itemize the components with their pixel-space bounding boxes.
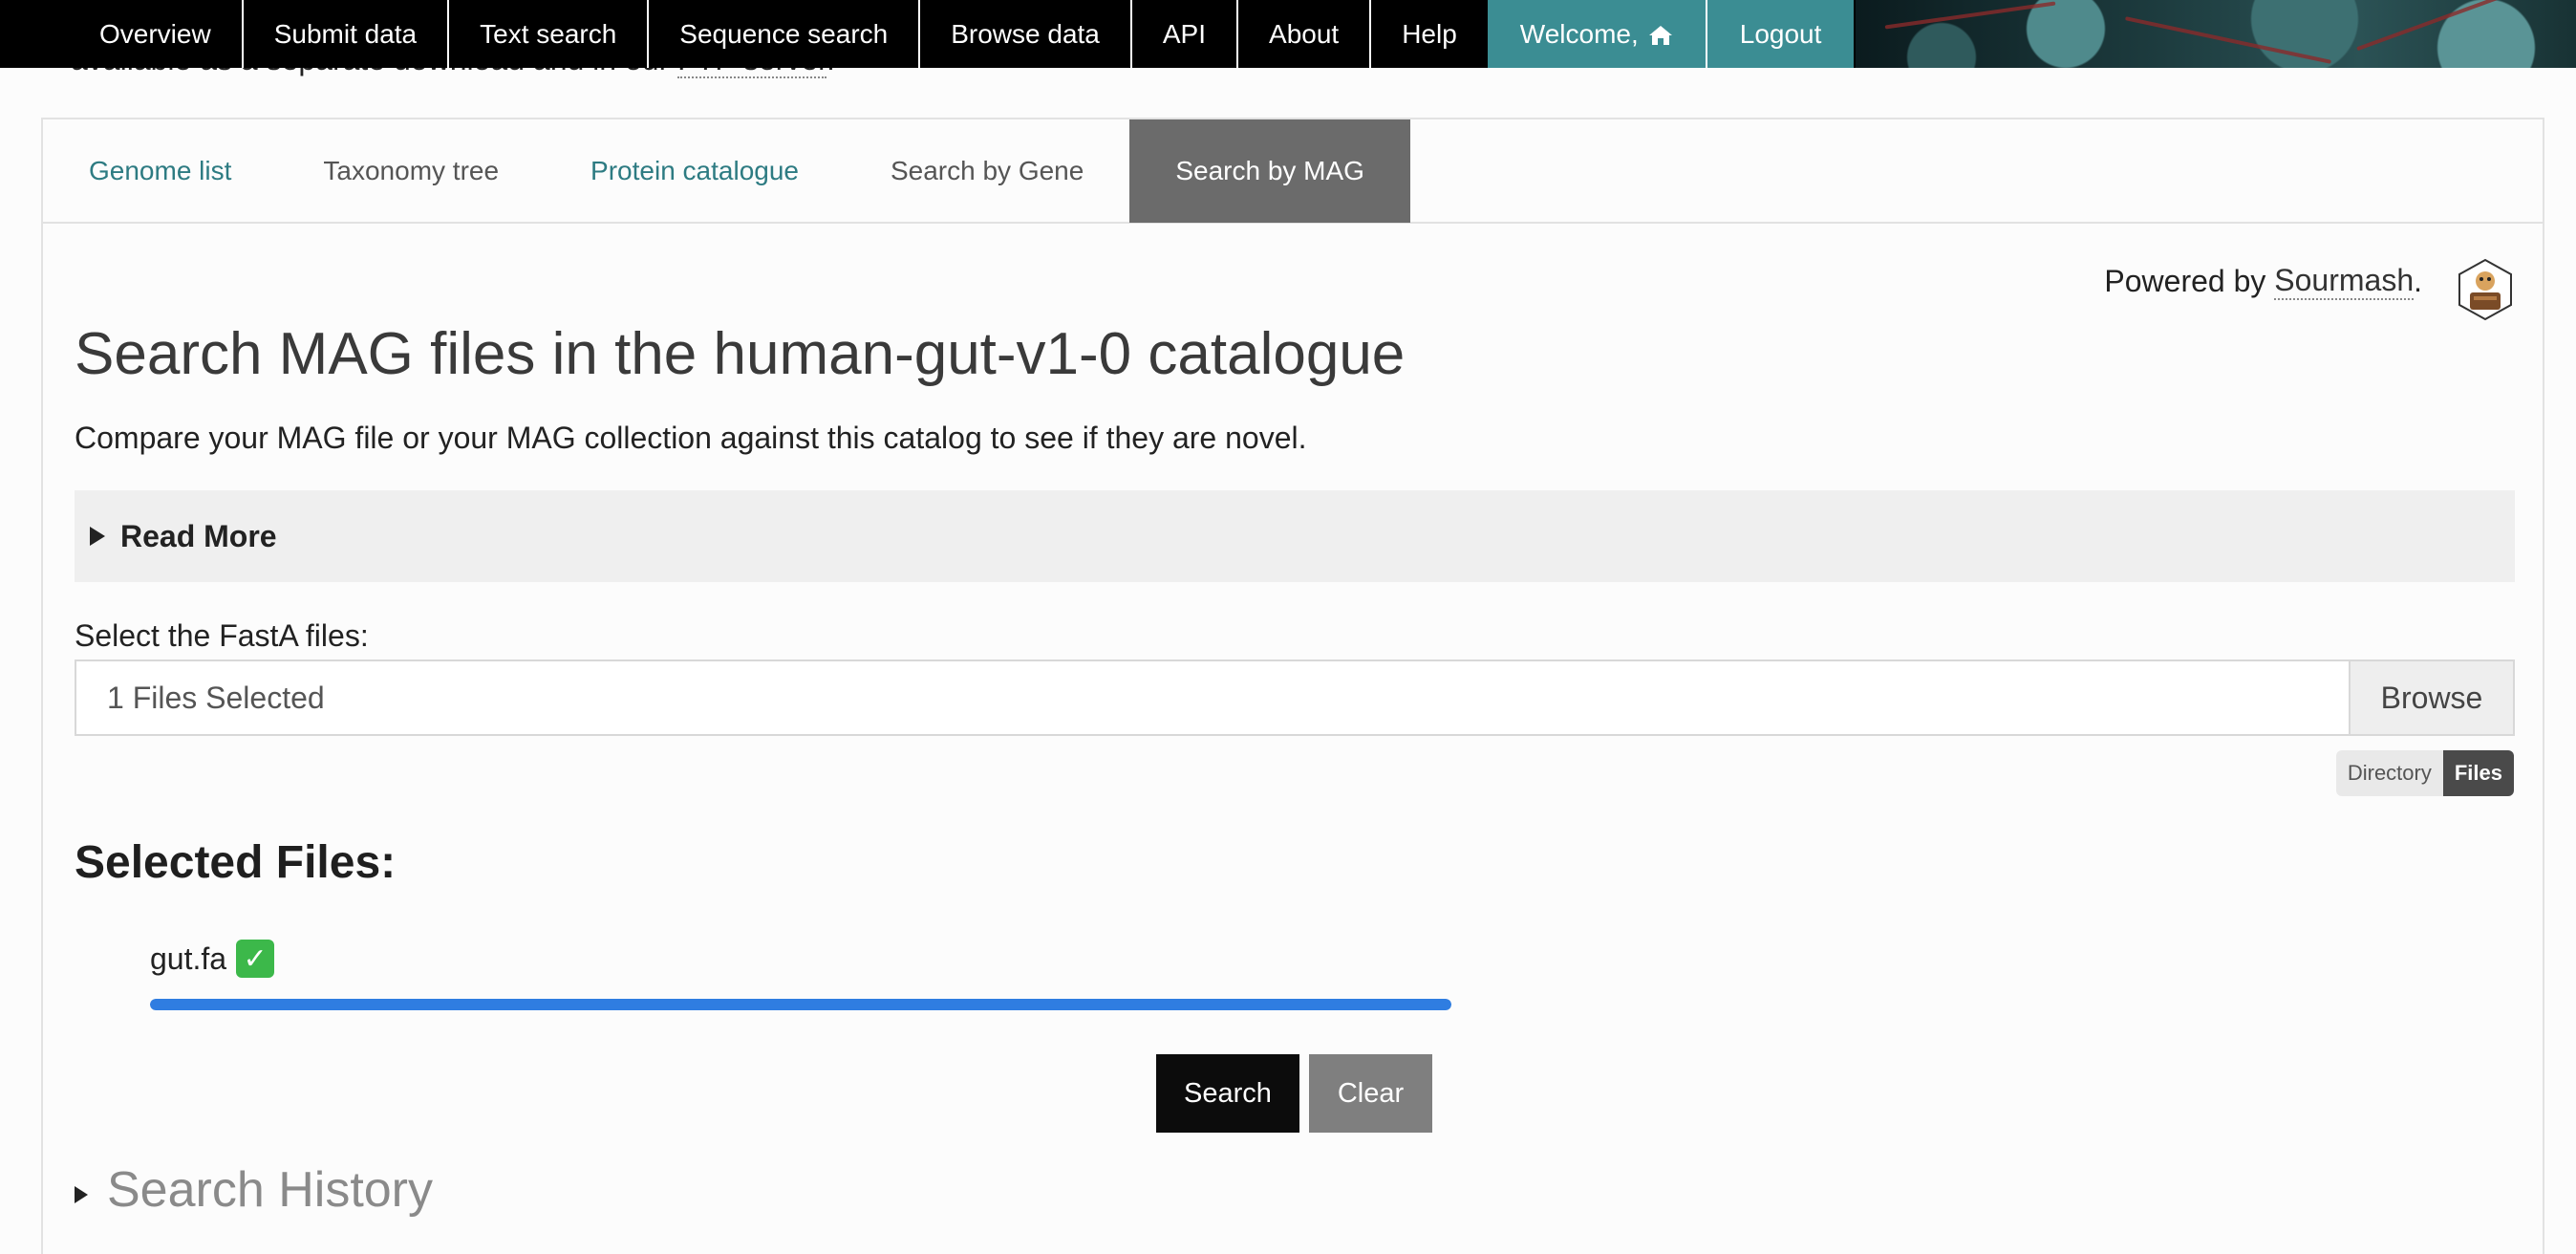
sourmash-link[interactable]: Sourmash — [2274, 263, 2415, 300]
tab-search-by-mag[interactable]: Search by MAG — [1129, 119, 1410, 223]
nav-banner-image — [1856, 0, 2576, 68]
file-input-value[interactable]: 1 Files Selected — [76, 661, 2349, 734]
nav-sequence-search[interactable]: Sequence search — [649, 0, 921, 68]
search-button[interactable]: Search — [1156, 1054, 1299, 1133]
nav-about[interactable]: About — [1238, 0, 1372, 68]
search-history-label: Search History — [107, 1162, 433, 1218]
fasta-file-input[interactable]: 1 Files Selected Browse — [75, 659, 2515, 736]
page-title: Search MAG files in the human-gut-v1-0 c… — [75, 321, 1406, 387]
welcome-label: Welcome, — [1519, 18, 1639, 49]
check-mark-icon: ✓ — [236, 940, 275, 978]
read-more-toggle[interactable]: Read More — [75, 490, 2515, 582]
selected-files-heading: Selected Files: — [75, 837, 397, 888]
nav-text-search[interactable]: Text search — [449, 0, 650, 68]
catalogue-panel: Genome list Taxonomy tree Protein catalo… — [41, 118, 2544, 1254]
upload-progress-bar — [150, 999, 1451, 1010]
upload-progress-fill — [150, 999, 1451, 1010]
selected-file-item: gut.fa ✓ — [150, 940, 275, 978]
mode-directory-option[interactable]: Directory — [2335, 750, 2443, 796]
clear-button[interactable]: Clear — [1309, 1054, 1432, 1133]
selected-file-name: gut.fa — [150, 940, 227, 976]
top-nav: Overview Submit data Text search Sequenc… — [0, 0, 2576, 68]
nav-overview[interactable]: Overview — [71, 0, 244, 68]
upload-mode-switch: Directory Files — [2335, 750, 2514, 796]
read-more-label: Read More — [120, 518, 277, 553]
disclosure-triangle-icon — [90, 527, 105, 546]
tab-protein-catalogue[interactable]: Protein catalogue — [545, 119, 845, 223]
nav-help[interactable]: Help — [1371, 0, 1488, 68]
nav-welcome[interactable]: Welcome, — [1487, 0, 1707, 68]
browse-button[interactable]: Browse — [2349, 661, 2513, 734]
nav-api[interactable]: API — [1132, 0, 1239, 68]
disclosure-triangle-icon — [75, 1186, 88, 1203]
nav-logout[interactable]: Logout — [1707, 0, 1855, 68]
sourmash-logo-icon — [2458, 258, 2512, 321]
tab-taxonomy-tree[interactable]: Taxonomy tree — [277, 119, 545, 223]
powered-by: Powered by Sourmash. — [2104, 263, 2422, 300]
page-subtitle: Compare your MAG file or your MAG collec… — [75, 421, 1307, 455]
home-icon — [1648, 25, 1672, 45]
tab-search-by-gene[interactable]: Search by Gene — [845, 119, 1129, 223]
fasta-files-label: Select the FastA files: — [75, 618, 369, 653]
nav-browse-data[interactable]: Browse data — [920, 0, 1132, 68]
mode-files-option[interactable]: Files — [2442, 750, 2514, 796]
search-history-toggle[interactable]: Search History — [75, 1161, 433, 1219]
catalogue-tabs: Genome list Taxonomy tree Protein catalo… — [43, 119, 2543, 224]
nav-submit-data[interactable]: Submit data — [244, 0, 450, 68]
tab-genome-list[interactable]: Genome list — [43, 119, 277, 223]
